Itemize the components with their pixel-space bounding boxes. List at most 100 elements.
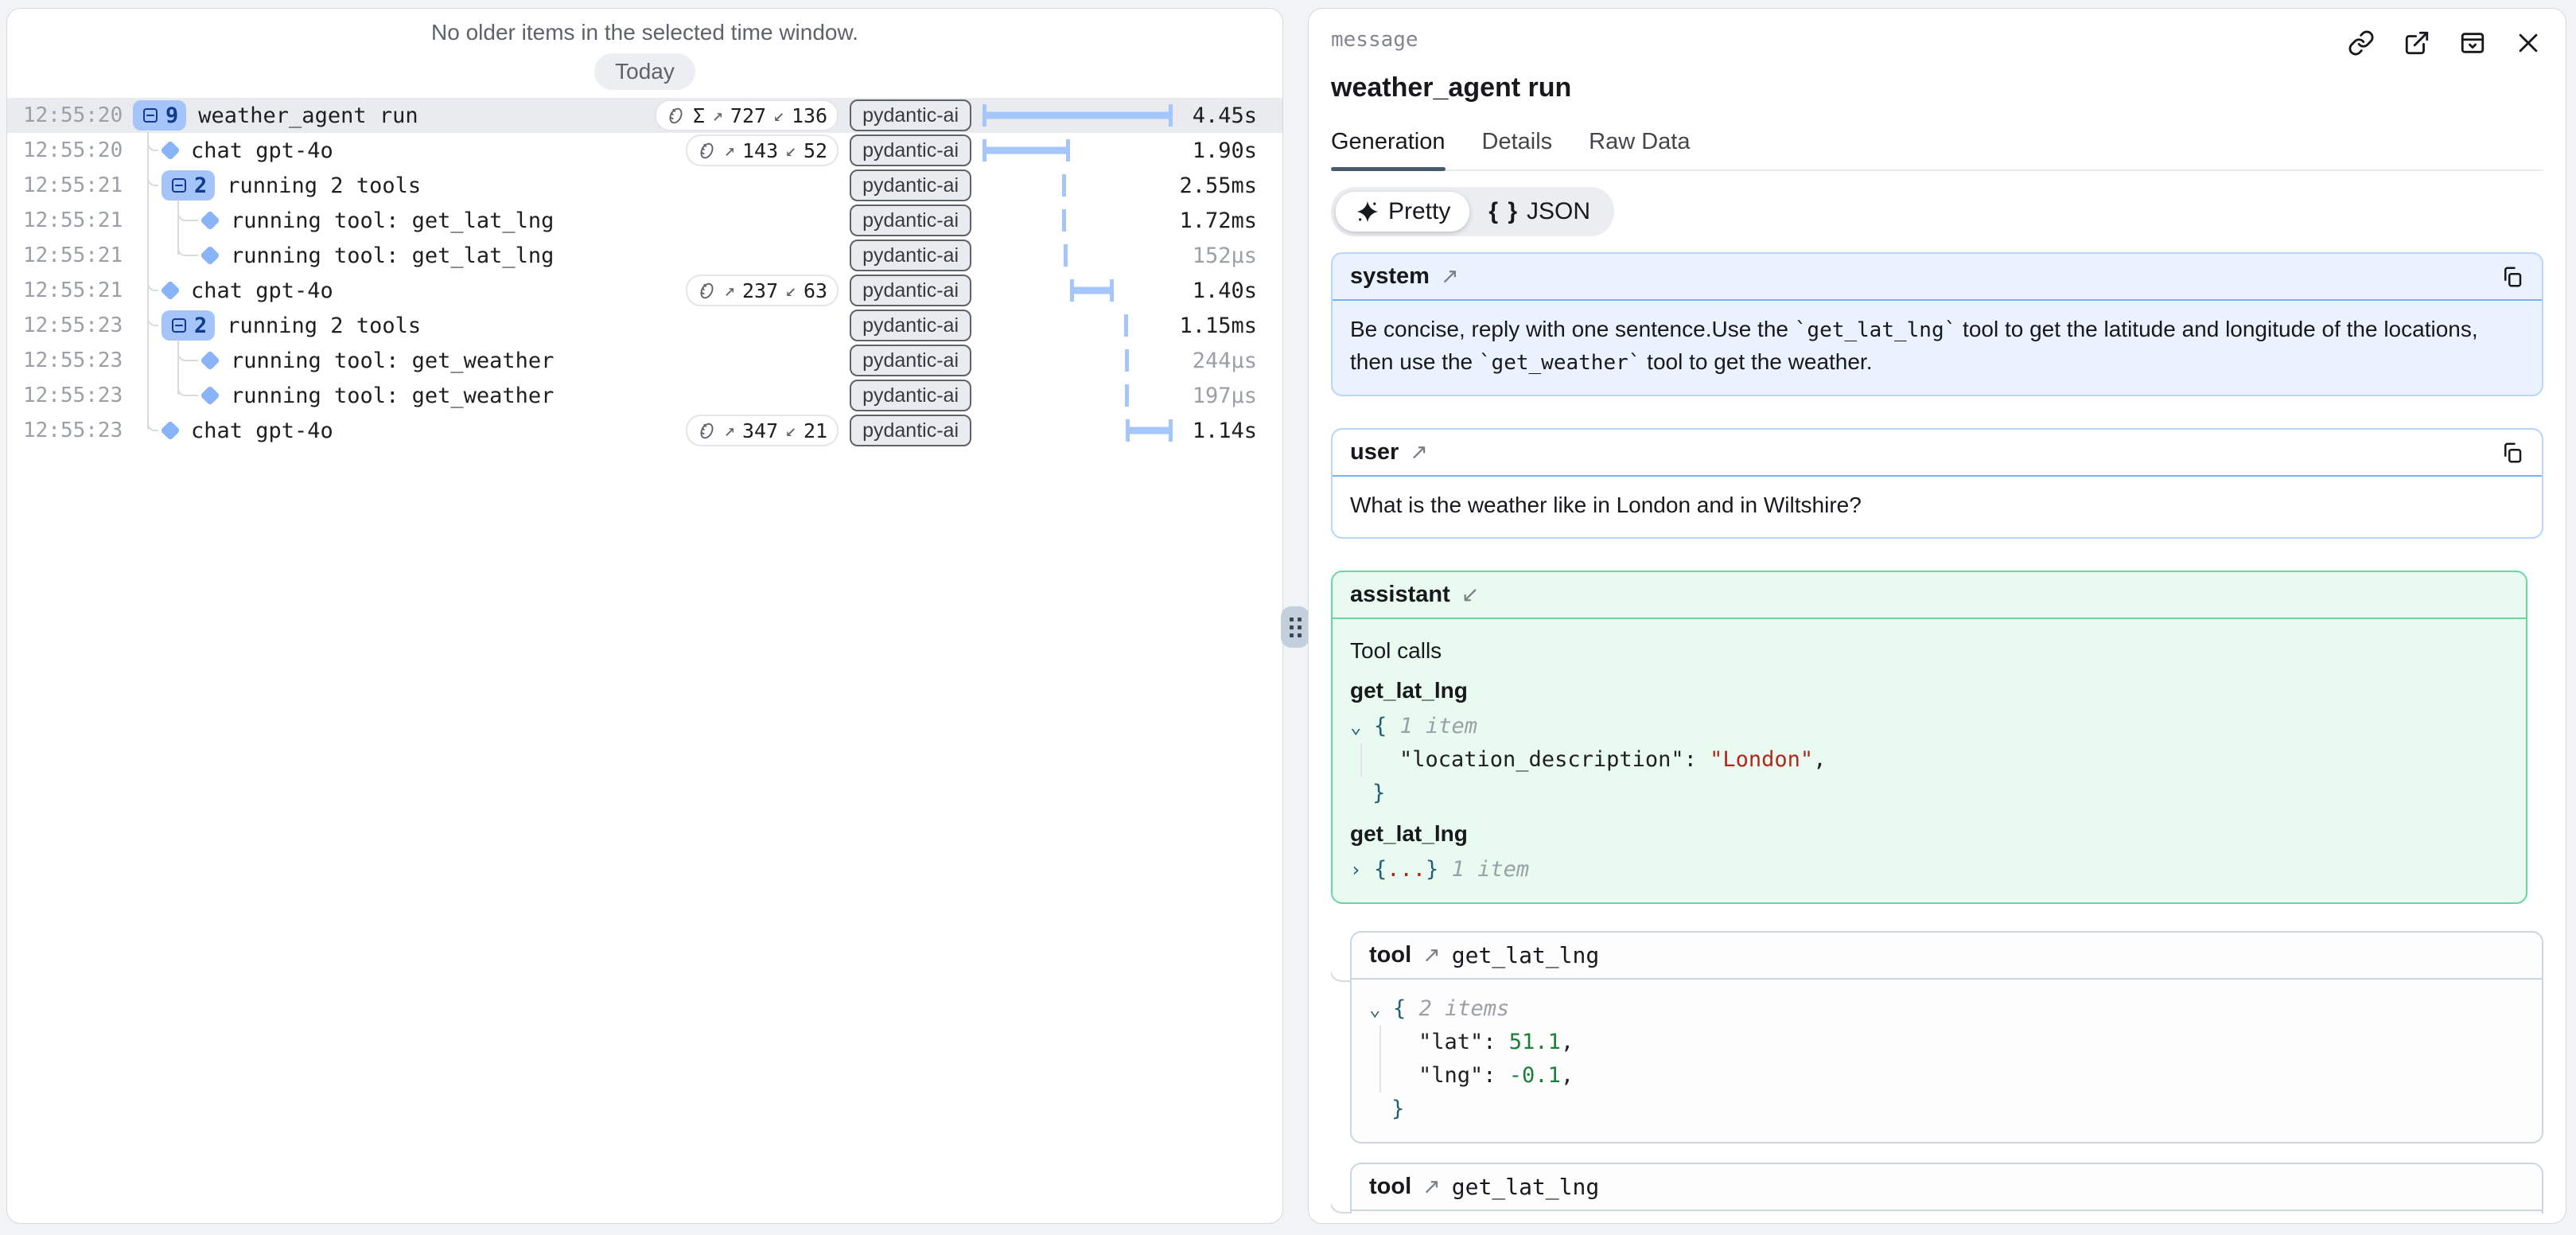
output-tokens: 136 bbox=[792, 104, 827, 127]
trace-list-panel: No older items in the selected time wind… bbox=[6, 8, 1283, 1224]
tab-raw-data[interactable]: Raw Data bbox=[1589, 129, 1690, 169]
tool-message-card: tool↗get_lat_lng⌄{ 2 items bbox=[1350, 1163, 2543, 1214]
duration-bar bbox=[1126, 427, 1173, 434]
scope-tag[interactable]: pydantic-ai bbox=[850, 240, 971, 271]
span-label: weather_agent run bbox=[198, 103, 418, 128]
scope-tag[interactable]: pydantic-ai bbox=[850, 345, 971, 376]
close-icon[interactable] bbox=[2515, 29, 2542, 56]
json-token-brace: { bbox=[1393, 993, 1406, 1025]
view-toggle: Pretty { } JSON bbox=[1331, 187, 1614, 236]
json-tree: ›{...} 1 item bbox=[1350, 853, 2508, 886]
json-tree-line[interactable]: ⌄{ 1 item bbox=[1350, 710, 2508, 743]
copy-icon[interactable] bbox=[2500, 441, 2524, 465]
timeline-track bbox=[983, 343, 1177, 378]
detail-tabs: Generation Details Raw Data bbox=[1331, 129, 2543, 171]
message-body: Be concise, reply with one sentence.Use … bbox=[1333, 301, 2542, 395]
trace-row[interactable]: 12:55:212running 2 toolspydantic-ai2.55m… bbox=[7, 168, 1282, 203]
duration-bar-cap bbox=[1110, 279, 1114, 302]
input-tokens-arrow-icon: ↗ bbox=[724, 280, 735, 301]
collapse-toggle[interactable]: 9 bbox=[133, 100, 186, 131]
trace-row[interactable]: 12:55:21running tool: get_lat_lngpydanti… bbox=[7, 203, 1282, 238]
scope-tag[interactable]: pydantic-ai bbox=[850, 380, 971, 411]
message-role-header: tool↗get_lat_lng bbox=[1352, 1164, 2542, 1211]
row-right-group: pydantic-ai244µs bbox=[850, 343, 1282, 378]
span-diamond-icon bbox=[160, 420, 180, 440]
token-usage-badge[interactable]: ↗237↙63 bbox=[686, 275, 839, 306]
row-tree: chat gpt-4o bbox=[126, 279, 333, 303]
text-run: tool to get the weather. bbox=[1640, 349, 1872, 374]
message-cards: system↗Be concise, reply with one senten… bbox=[1331, 252, 2543, 1214]
json-token-key: "lat" bbox=[1418, 1027, 1483, 1058]
json-token-brace: } bbox=[1391, 1093, 1404, 1125]
tab-details[interactable]: Details bbox=[1482, 129, 1553, 169]
trace-row[interactable]: 12:55:23running tool: get_weatherpydanti… bbox=[7, 378, 1282, 413]
timeline-track bbox=[983, 273, 1177, 308]
row-duration: 1.14s bbox=[1177, 419, 1257, 443]
span-label: running 2 tools bbox=[227, 173, 421, 198]
message-role-header: assistant ↙ bbox=[1333, 572, 2526, 619]
trace-row[interactable]: 12:55:209weather_agent runΣ↗727↙136pydan… bbox=[7, 98, 1282, 133]
dock-panel-icon[interactable] bbox=[2459, 29, 2486, 56]
span-diamond-icon bbox=[200, 350, 220, 370]
collapse-toggle[interactable]: 2 bbox=[161, 170, 215, 201]
row-tree: running tool: get_weather bbox=[126, 349, 554, 373]
scope-tag[interactable]: pydantic-ai bbox=[850, 310, 971, 341]
tree-toggle-icon[interactable]: ⌄ bbox=[1369, 993, 1393, 1025]
tool-calls-heading: Tool calls bbox=[1350, 635, 2508, 667]
timeline-track bbox=[983, 203, 1177, 238]
tree-toggle-icon[interactable]: ⌄ bbox=[1350, 711, 1374, 742]
row-timestamp: 12:55:23 bbox=[7, 349, 126, 372]
duration-bar-cap bbox=[1126, 419, 1130, 442]
output-tokens-arrow-icon: ↙ bbox=[773, 105, 784, 126]
json-tree-line[interactable]: ⌄{ 2 items bbox=[1369, 992, 2524, 1026]
scope-tag[interactable]: pydantic-ai bbox=[850, 169, 971, 201]
json-token-brace: { bbox=[1374, 854, 1387, 886]
trace-row[interactable]: 12:55:232running 2 toolspydantic-ai1.15m… bbox=[7, 308, 1282, 343]
row-timestamp: 12:55:20 bbox=[7, 103, 126, 127]
today-button[interactable]: Today bbox=[594, 53, 695, 90]
trace-row[interactable]: 12:55:21chat gpt-4o↗237↙63pydantic-ai1.4… bbox=[7, 273, 1282, 308]
json-token-meta: 2 items bbox=[1406, 993, 1509, 1025]
trace-row[interactable]: 12:55:23chat gpt-4o↗347↙21pydantic-ai1.1… bbox=[7, 413, 1282, 448]
row-duration: 1.72ms bbox=[1177, 208, 1257, 233]
tab-generation[interactable]: Generation bbox=[1331, 129, 1446, 169]
open-in-new-icon[interactable] bbox=[2403, 29, 2430, 56]
row-duration: 197µs bbox=[1177, 384, 1257, 408]
token-usage-badge[interactable]: Σ↗727↙136 bbox=[655, 99, 839, 131]
tree-trunk bbox=[177, 340, 179, 395]
trace-row[interactable]: 12:55:20chat gpt-4o↗143↙52pydantic-ai1.9… bbox=[7, 133, 1282, 168]
json-token-meta: 1 item bbox=[1438, 854, 1529, 886]
pretty-toggle-button[interactable]: Pretty bbox=[1336, 192, 1469, 232]
row-right-group: pydantic-ai 197µs bbox=[850, 378, 1282, 413]
duration-tick bbox=[1125, 349, 1129, 372]
input-tokens-arrow-icon: ↗ bbox=[724, 140, 735, 161]
trace-row[interactable]: 12:55:23running tool: get_weather pydanti… bbox=[7, 343, 1282, 378]
panel-resize-handle[interactable] bbox=[1281, 606, 1309, 648]
json-tree-line: "location_description": "London", bbox=[1360, 743, 2508, 777]
collapse-toggle[interactable]: 2 bbox=[161, 310, 215, 341]
role-direction-arrow-icon: ↙ bbox=[1461, 582, 1480, 607]
tree-toggle-icon[interactable]: › bbox=[1350, 854, 1374, 886]
role-label: assistant bbox=[1350, 582, 1450, 608]
json-tree-line[interactable]: ›{...} 1 item bbox=[1350, 853, 2508, 886]
json-toggle-button[interactable]: { } JSON bbox=[1469, 192, 1609, 232]
copy-icon[interactable] bbox=[2500, 265, 2524, 289]
row-right-group: pydantic-ai152µs bbox=[850, 238, 1282, 273]
scope-tag[interactable]: pydantic-ai bbox=[850, 99, 971, 131]
trace-row[interactable]: 12:55:21running tool: get_lat_lngpydanti… bbox=[7, 238, 1282, 273]
row-right-group: pydantic-ai 1.72ms bbox=[850, 203, 1282, 238]
trace-viewer-app: No older items in the selected time wind… bbox=[0, 0, 2576, 1235]
duration-bar bbox=[983, 112, 1173, 119]
message-role-header: system↗ bbox=[1333, 254, 2542, 301]
row-timestamp: 12:55:21 bbox=[7, 279, 126, 302]
scope-tag[interactable]: pydantic-ai bbox=[850, 205, 971, 236]
token-usage-badge[interactable]: ↗143↙52 bbox=[686, 134, 839, 166]
json-tree-line: } bbox=[1369, 1093, 2524, 1126]
token-usage-badge[interactable]: ↗347↙21 bbox=[686, 415, 839, 446]
scope-tag[interactable]: pydantic-ai bbox=[850, 415, 971, 446]
scope-tag[interactable]: pydantic-ai bbox=[850, 134, 971, 166]
link-icon[interactable] bbox=[2348, 29, 2375, 56]
panel-kind-label: message bbox=[1331, 28, 1418, 52]
scope-tag[interactable]: pydantic-ai bbox=[850, 275, 971, 306]
json-token-dots: ... bbox=[1387, 854, 1426, 886]
